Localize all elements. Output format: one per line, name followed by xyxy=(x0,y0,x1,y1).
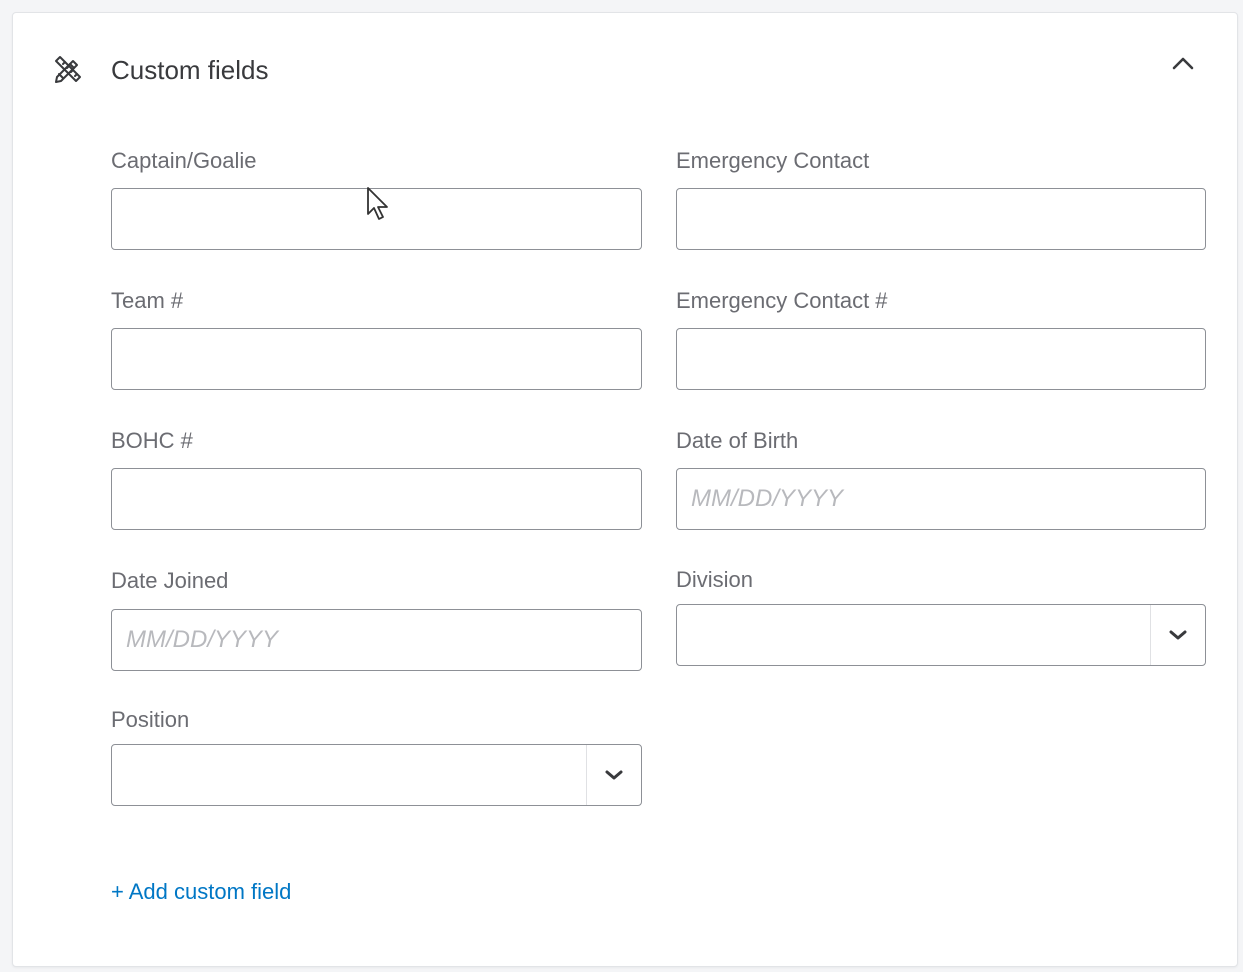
bohc-number-label: BOHC # xyxy=(111,428,193,453)
team-number-input[interactable] xyxy=(111,328,642,390)
section-title: Custom fields xyxy=(111,55,269,85)
division-select[interactable] xyxy=(676,604,1206,666)
bohc-number-input[interactable] xyxy=(111,468,642,530)
date-joined-label: Date Joined xyxy=(111,568,229,593)
chevron-down-icon xyxy=(587,745,641,805)
collapse-button[interactable] xyxy=(1163,47,1203,83)
team-number-label: Team # xyxy=(111,288,184,313)
position-label: Position xyxy=(111,707,190,732)
emergency-contact-label: Emergency Contact xyxy=(676,148,870,173)
tools-icon xyxy=(51,52,85,86)
date-of-birth-label: Date of Birth xyxy=(676,428,799,453)
division-label: Division xyxy=(676,567,754,592)
position-select[interactable] xyxy=(111,744,642,806)
emergency-contact-number-input[interactable] xyxy=(676,328,1206,390)
captain-goalie-label: Captain/Goalie xyxy=(111,148,257,173)
chevron-down-icon xyxy=(1151,605,1205,665)
date-joined-input[interactable] xyxy=(111,609,642,671)
emergency-contact-number-label: Emergency Contact # xyxy=(676,288,888,313)
emergency-contact-input[interactable] xyxy=(676,188,1206,250)
custom-fields-card: Custom fields Captain/Goalie Emergency C… xyxy=(12,12,1238,967)
mouse-cursor-icon xyxy=(366,186,392,222)
date-of-birth-input[interactable] xyxy=(676,468,1206,530)
add-custom-field-link[interactable]: + Add custom field xyxy=(111,879,291,905)
chevron-up-icon xyxy=(1171,55,1195,76)
